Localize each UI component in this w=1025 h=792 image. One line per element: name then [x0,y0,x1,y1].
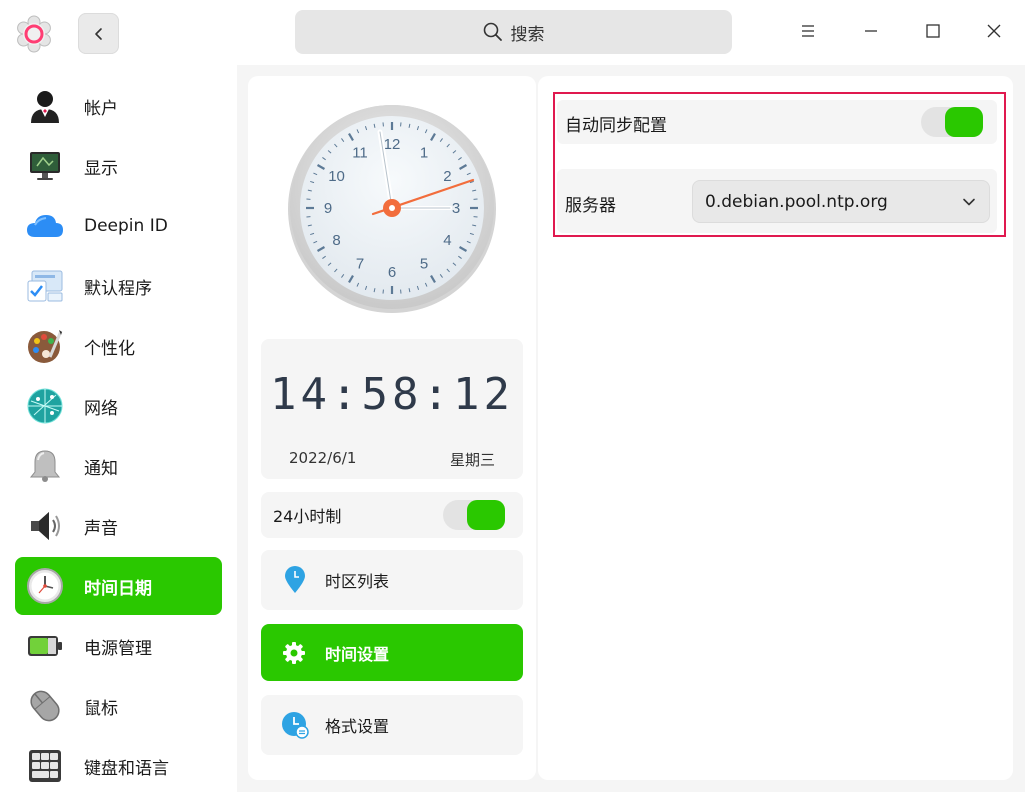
clock-number: 6 [388,264,396,281]
menu-item-time-settings[interactable]: 时间设置 [261,624,523,681]
speaker-icon [25,506,65,546]
close-icon [987,24,1001,38]
sidebar-item-notification[interactable]: 通知 [15,438,222,494]
sidebar-item-label: 通知 [84,458,118,479]
digital-clock-card: 14:58:12 2022/6/1 星期三 [261,339,523,479]
sidebar-item-label: 默认程序 [84,278,152,299]
menu-item-format-settings[interactable]: 格式设置 [261,695,523,755]
default-apps-icon [25,266,65,306]
sidebar-item-mouse[interactable]: 鼠标 [15,678,222,734]
sidebar-item-label: 个性化 [84,338,135,359]
account-icon [25,86,65,126]
sidebar-item-power[interactable]: 电源管理 [15,618,222,674]
search-input[interactable]: 搜索 [295,10,732,54]
sidebar-item-accounts[interactable]: 帐户 [15,78,222,134]
battery-icon [25,626,65,666]
sidebar-item-keyboard[interactable]: 键盘和语言 [15,738,222,792]
minimize-button[interactable] [856,16,886,46]
clock-number: 9 [324,200,332,217]
sidebar-item-label: 声音 [84,518,118,539]
chevron-left-icon [94,27,102,40]
bell-icon [25,446,65,486]
sidebar-item-sound[interactable]: 声音 [15,498,222,554]
sidebar-item-label: Deepin ID [84,216,168,236]
minimize-icon [865,30,877,32]
menu-item-label: 时间设置 [325,644,390,664]
menu-item-label: 时区列表 [325,572,390,591]
hour24-toggle[interactable] [443,500,505,530]
clock-number: 10 [328,168,345,185]
gear-icon [281,640,307,666]
search-placeholder: 搜索 [510,24,545,45]
format-clock-icon [281,711,309,739]
sidebar-item-default-apps[interactable]: 默认程序 [15,258,222,314]
mouse-icon [25,686,65,726]
sidebar-item-label: 帐户 [84,98,118,119]
analog-clock: 12 1 2 3 4 5 6 7 8 9 10 11 [287,104,497,314]
location-pin-icon [283,566,307,594]
hamburger-menu-icon [802,25,814,37]
toggle-knob [467,500,505,530]
digital-time: 14:58:12 [270,369,514,420]
sidebar-item-label: 显示 [84,158,118,179]
clock-number: 4 [443,232,451,249]
back-button[interactable] [78,13,119,54]
sidebar-item-display[interactable]: 显示 [15,138,222,194]
sidebar-item-label: 时间日期 [84,578,152,599]
clock-number: 12 [384,136,401,153]
clock-number: 11 [352,145,368,162]
sidebar-item-deepin-id[interactable]: Deepin ID [15,198,222,254]
sidebar-item-personalization[interactable]: 个性化 [15,318,222,374]
clock-number: 7 [356,255,364,272]
keyboard-icon [25,746,65,786]
menu-item-label: 格式设置 [325,717,390,736]
sidebar-item-label: 电源管理 [84,638,152,659]
clock-number: 5 [420,255,428,272]
cloud-icon [25,206,65,246]
clock-number: 1 [420,145,428,162]
network-globe-icon [25,386,65,426]
menu-item-timezone-list[interactable]: 时区列表 [261,550,523,610]
highlight-frame [553,92,1006,237]
sidebar-item-label: 键盘和语言 [84,758,169,779]
clock-number: 8 [332,232,340,249]
close-button[interactable] [979,16,1009,46]
search-icon [483,22,502,41]
palette-icon [25,326,65,366]
sidebar-item-label: 鼠标 [84,698,118,719]
date-label: 2022/6/1 [289,449,357,467]
hour24-label: 24小时制 [273,507,342,526]
control-center-logo-icon [14,14,54,54]
clock-icon [25,566,65,606]
weekday-label: 星期三 [449,451,495,469]
title-bar: 搜索 [0,0,1025,65]
maximize-icon [926,24,940,38]
sidebar-item-label: 网络 [84,398,118,419]
sidebar-item-network[interactable]: 网络 [15,378,222,434]
clock-number: 3 [452,200,460,217]
clock-number: 2 [443,168,451,185]
menu-button[interactable] [793,16,823,46]
sidebar-item-datetime[interactable]: 时间日期 [15,557,222,615]
hour24-row: 24小时制 [261,492,523,538]
maximize-button[interactable] [918,16,948,46]
display-icon [25,146,65,186]
